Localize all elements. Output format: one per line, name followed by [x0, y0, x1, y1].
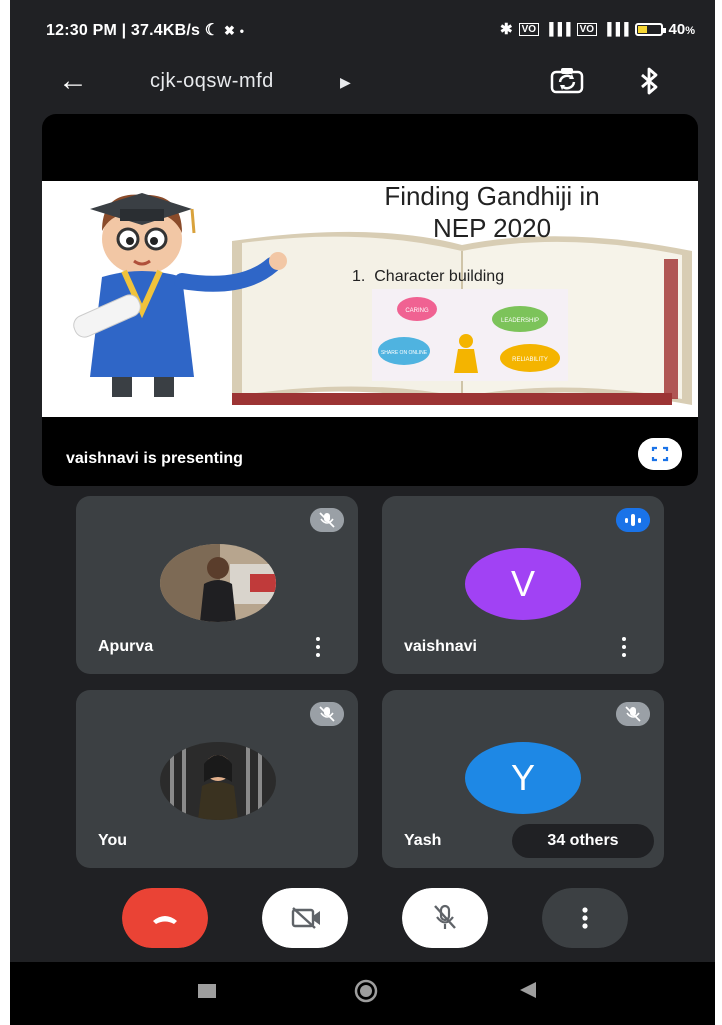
caret-right-icon[interactable]: ▶	[340, 74, 351, 91]
signal-2-icon: ▐▐▐	[603, 22, 629, 36]
avatar-vaishnavi: V	[465, 548, 581, 620]
phone-frame: 12:30 PM | 37.4KB/s ☾ ✖ • ✱ VO ▐▐▐ VO ▐▐…	[10, 0, 715, 1025]
avatar-you	[160, 742, 276, 820]
android-nav-bar	[10, 962, 715, 1025]
battery-percent: 40%	[668, 20, 695, 38]
avatar-apurva	[160, 544, 276, 622]
presentation-slide: CARING LEADERSHIP SHARE ON ONLINE RELIAB…	[42, 181, 698, 417]
more-options-button[interactable]	[542, 888, 628, 948]
avatar-initial: Y	[510, 757, 535, 798]
camera-toggle-button[interactable]	[262, 888, 348, 948]
switch-camera-icon[interactable]	[550, 66, 584, 94]
participant-tile-yash[interactable]: Y Yash 34 others	[382, 690, 664, 868]
more-options-icon	[582, 907, 588, 929]
back-button[interactable]	[518, 980, 538, 1000]
slide-illustration: CARING LEADERSHIP SHARE ON ONLINE RELIAB…	[73, 181, 692, 405]
presenter-label: vaishnavi is presenting	[66, 450, 243, 467]
mic-off-icon	[310, 508, 344, 532]
slide-bubble-4: RELIABILITY	[512, 357, 548, 363]
avatar-yash: Y	[465, 742, 581, 814]
participant-tile-apurva[interactable]: Apurva	[76, 496, 358, 674]
more-vert-icon[interactable]	[316, 636, 320, 658]
participant-name: vaishnavi	[404, 638, 477, 655]
participant-name: Apurva	[98, 638, 154, 655]
alarm-off-icon: ✖	[224, 23, 236, 38]
volte-icon: VO	[518, 22, 540, 36]
mic-off-icon	[310, 702, 344, 726]
you-photo	[160, 742, 276, 820]
status-time-text: 12:30 PM | 37.4KB/s	[46, 22, 201, 39]
status-time: 12:30 PM | 37.4KB/s ☾ ✖ •	[46, 20, 244, 40]
presentation-tile[interactable]: CARING LEADERSHIP SHARE ON ONLINE RELIAB…	[42, 114, 698, 486]
volte-2-icon: VO	[576, 22, 598, 36]
others-count-chip[interactable]: 34 others	[512, 824, 654, 858]
status-bar: 12:30 PM | 37.4KB/s ☾ ✖ • ✱ VO ▐▐▐ VO ▐▐…	[10, 0, 715, 58]
slide-point: 1. Character building	[352, 268, 504, 285]
avatar-initial: V	[510, 563, 535, 604]
moon-icon: ☾	[204, 22, 220, 39]
fullscreen-icon[interactable]	[638, 438, 682, 470]
home-button[interactable]	[353, 978, 379, 1004]
end-call-button[interactable]	[122, 888, 208, 948]
more-vert-icon[interactable]	[622, 636, 626, 658]
battery-percent-text: 40	[668, 20, 686, 38]
participant-tile-you[interactable]: You	[76, 690, 358, 868]
bluetooth-status-icon: ✱	[500, 21, 513, 38]
participant-name: You	[98, 832, 128, 849]
bluetooth-icon[interactable]	[637, 66, 661, 96]
mic-off-icon	[616, 702, 650, 726]
dot-icon: •	[239, 24, 245, 38]
participant-name: Yash	[404, 832, 442, 849]
slide-bubble-2: LEADERSHIP	[501, 318, 539, 324]
recents-button[interactable]	[198, 984, 216, 998]
slide-bubble-3: SHARE ON ONLINE	[381, 350, 428, 356]
signal-1-icon: ▐▐▐	[545, 22, 571, 36]
meet-screen: 12:30 PM | 37.4KB/s ☾ ✖ • ✱ VO ▐▐▐ VO ▐▐…	[10, 0, 715, 962]
status-icons: ✱ VO ▐▐▐ VO ▐▐▐ 40%	[500, 20, 695, 39]
meeting-code[interactable]: cjk-oqsw-mfd	[150, 70, 274, 93]
speaking-indicator-icon	[616, 508, 650, 532]
slide-bubble-1: CARING	[405, 308, 429, 314]
app-bar: ← cjk-oqsw-mfd ▶	[10, 58, 715, 104]
apurva-photo	[160, 544, 276, 622]
participant-tile-vaishnavi[interactable]: V vaishnavi	[382, 496, 664, 674]
slide-title-line-1: Finding Gandhiji in	[384, 181, 599, 211]
battery-level-fill	[637, 25, 648, 33]
slide-title-line-2: NEP 2020	[433, 213, 551, 243]
mic-toggle-button[interactable]	[402, 888, 488, 948]
back-arrow-icon[interactable]: ←	[58, 64, 88, 98]
battery-icon	[634, 22, 666, 36]
